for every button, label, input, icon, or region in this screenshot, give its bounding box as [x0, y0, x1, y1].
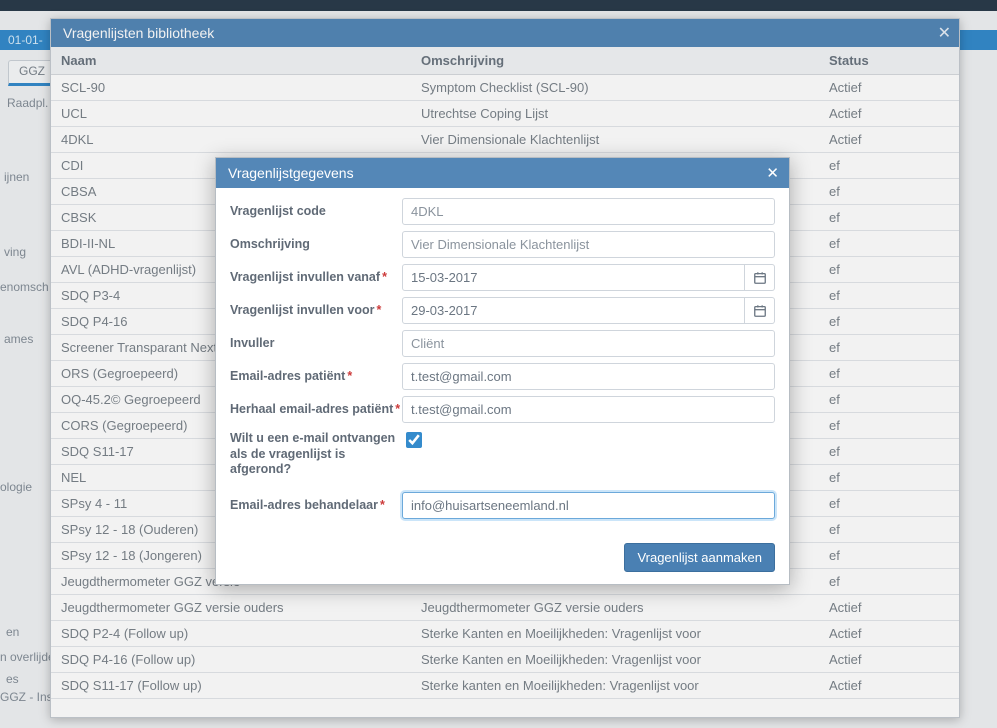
cell-status: ef	[819, 153, 959, 178]
cell-desc: Jeugdthermometer GGZ versie ouders	[411, 595, 819, 620]
cell-desc: Symptom Checklist (SCL-90)	[411, 75, 819, 100]
label-to: Vragenlijst invullen voor*	[230, 303, 402, 319]
table-row[interactable]: SDQ S11-17 (Follow up)Sterke kanten en M…	[51, 673, 959, 699]
patient-email-field[interactable]	[402, 363, 775, 390]
patient-email-repeat-field[interactable]	[402, 396, 775, 423]
cell-status: ef	[819, 205, 959, 230]
cell-status: ef	[819, 335, 959, 360]
cell-status: ef	[819, 387, 959, 412]
cell-status: ef	[819, 283, 959, 308]
cell-name: UCL	[51, 101, 411, 126]
cell-desc: Sterke Kanten en Moeilijkheden: Vragenli…	[411, 621, 819, 646]
label-email-repeat: Herhaal email-adres patiënt*	[230, 402, 402, 418]
cell-name: Jeugdthermometer GGZ versie ouders	[51, 595, 411, 620]
cell-name: SDQ S11-17 (Follow up)	[51, 673, 411, 698]
cell-name: SDQ P2-4 (Follow up)	[51, 621, 411, 646]
bg-text: GGZ - Ins	[0, 690, 53, 704]
calendar-icon[interactable]	[745, 264, 775, 291]
table-row[interactable]: SDQ P4-16 (Follow up)Sterke Kanten en Mo…	[51, 647, 959, 673]
desc-field	[402, 231, 775, 258]
col-name[interactable]: Naam	[51, 47, 411, 74]
bg-text: ologie	[0, 480, 32, 494]
label-code: Vragenlijst code	[230, 204, 402, 220]
cell-status: ef	[819, 439, 959, 464]
from-date-field[interactable]	[402, 264, 745, 291]
bg-text: en	[6, 625, 19, 639]
form-modal-title: Vragenlijstgegevens ✕	[216, 158, 789, 188]
library-title-text: Vragenlijsten bibliotheek	[63, 25, 214, 41]
notify-checkbox[interactable]	[406, 432, 422, 448]
close-icon[interactable]: ✕	[766, 164, 779, 182]
label-notify: Wilt u een e-mail ontvangen als de vrage…	[230, 429, 402, 478]
close-icon[interactable]: ✕	[938, 23, 951, 43]
bg-text: ving	[4, 245, 26, 259]
bg-text: ijnen	[4, 170, 29, 184]
cell-status: ef	[819, 491, 959, 516]
label-email-handler: Email-adres behandelaar*	[230, 498, 402, 514]
tab-ggz[interactable]: GGZ	[8, 60, 56, 86]
cell-status: ef	[819, 257, 959, 282]
calendar-icon[interactable]	[745, 297, 775, 324]
label-desc: Omschrijving	[230, 237, 402, 253]
cell-status: Actief	[819, 75, 959, 100]
cell-status: ef	[819, 465, 959, 490]
col-desc[interactable]: Omschrijving	[411, 47, 819, 74]
label-filler: Invuller	[230, 336, 402, 352]
cell-desc: Vier Dimensionale Klachtenlijst	[411, 127, 819, 152]
cell-status: Actief	[819, 127, 959, 152]
cell-name: 4DKL	[51, 127, 411, 152]
to-date-field[interactable]	[402, 297, 745, 324]
cell-name: SCL-90	[51, 75, 411, 100]
library-cols: Naam Omschrijving Status	[51, 47, 959, 75]
table-row[interactable]: SCL-90Symptom Checklist (SCL-90)Actief	[51, 75, 959, 101]
bg-text: es	[6, 672, 19, 686]
handler-email-field[interactable]	[402, 492, 775, 519]
table-row[interactable]: SDQ P2-4 (Follow up)Sterke Kanten en Moe…	[51, 621, 959, 647]
cell-name: SDQ P4-16 (Follow up)	[51, 647, 411, 672]
cell-desc: Sterke kanten en Moeilijkheden: Vragenli…	[411, 673, 819, 698]
bg-text: enomsch	[0, 280, 49, 294]
library-modal-title: Vragenlijsten bibliotheek ✕	[51, 19, 959, 47]
cell-status: ef	[819, 517, 959, 542]
cell-status: ef	[819, 413, 959, 438]
code-field	[402, 198, 775, 225]
cell-status: Actief	[819, 101, 959, 126]
filler-field	[402, 330, 775, 357]
cell-status: ef	[819, 309, 959, 334]
cell-status: Actief	[819, 673, 959, 698]
cell-status: ef	[819, 569, 959, 594]
cell-status: ef	[819, 543, 959, 568]
cell-status: Actief	[819, 621, 959, 646]
cell-status: ef	[819, 231, 959, 256]
date-band-text: 01-01-	[8, 33, 43, 47]
bg-text: ames	[4, 332, 33, 346]
col-status[interactable]: Status	[819, 47, 959, 74]
form-title-text: Vragenlijstgegevens	[228, 165, 354, 181]
form-modal: Vragenlijstgegevens ✕ Vragenlijst code O…	[215, 157, 790, 585]
cell-desc: Sterke Kanten en Moeilijkheden: Vragenli…	[411, 647, 819, 672]
table-row[interactable]: 4DKLVier Dimensionale KlachtenlijstActie…	[51, 127, 959, 153]
label-email: Email-adres patiënt*	[230, 369, 402, 385]
cell-status: ef	[819, 179, 959, 204]
app-top-stripe	[0, 0, 997, 11]
cell-status: Actief	[819, 647, 959, 672]
cell-status: ef	[819, 361, 959, 386]
label-from: Vragenlijst invullen vanaf*	[230, 270, 402, 286]
table-row[interactable]: UCLUtrechtse Coping LijstActief	[51, 101, 959, 127]
cell-status: Actief	[819, 595, 959, 620]
bg-text: n overlijde	[0, 650, 55, 664]
submit-button[interactable]: Vragenlijst aanmaken	[624, 543, 775, 572]
table-row[interactable]: Jeugdthermometer GGZ versie oudersJeugdt…	[51, 595, 959, 621]
cell-desc: Utrechtse Coping Lijst	[411, 101, 819, 126]
